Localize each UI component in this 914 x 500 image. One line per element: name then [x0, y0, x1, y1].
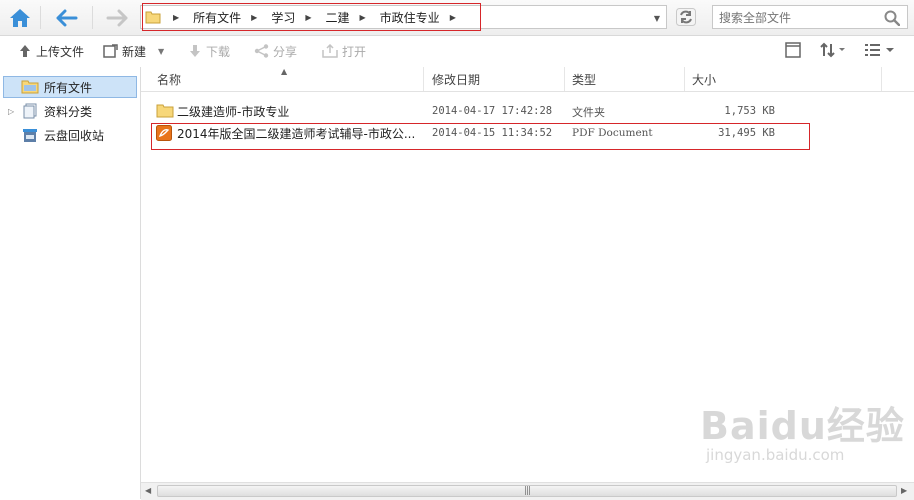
new-button[interactable]: 新建 ▼ [103, 41, 164, 61]
preview-pane-button[interactable] [785, 42, 801, 58]
refresh-button[interactable] [671, 5, 701, 29]
breadcrumb: ▶ 所有文件 ▶ 学习 ▶ 二建 ▶ 市政住专业 ▶ [145, 6, 470, 28]
file-type: PDF Document [572, 127, 653, 139]
file-row[interactable]: 2014年版全国二级建造师考试辅导-市政公... 2014-04-15 11:3… [141, 122, 914, 144]
upload-icon [20, 45, 30, 57]
column-header-row: 名称 ▲ 修改日期 类型 大小 [141, 67, 914, 92]
preview-pane-icon [785, 42, 801, 58]
folder-icon [156, 104, 174, 118]
breadcrumb-item[interactable]: 所有文件 [193, 9, 241, 26]
forward-button[interactable] [100, 4, 134, 31]
breadcrumb-item[interactable]: 市政住专业 [380, 9, 440, 26]
home-icon [10, 8, 30, 27]
search-box[interactable] [712, 5, 908, 29]
folder-icon [145, 11, 161, 24]
chevron-right-icon: ▶ [173, 12, 180, 22]
action-toolbar: 上传文件 新建 ▼ 下载 分享 打开 [0, 36, 914, 66]
pdf-icon [156, 125, 172, 141]
file-modified: 2014-04-15 11:34:52 [432, 127, 553, 139]
column-modified[interactable]: 修改日期 [432, 71, 480, 88]
scroll-right-icon[interactable]: ▶ [901, 486, 907, 495]
upload-button[interactable]: 上传文件 [18, 41, 84, 61]
watermark-brand: Baidu经验 [700, 404, 905, 448]
list-view-icon [865, 44, 894, 56]
sidebar: 所有文件 ▷ 资料分类 云盘回收站 [0, 67, 141, 499]
caret-down-icon: ▼ [158, 46, 165, 56]
horizontal-scrollbar[interactable]: ◀ ||| ▶ [141, 482, 914, 500]
file-size: 1,753 KB [724, 105, 775, 117]
recycle-bin-icon [23, 129, 37, 142]
address-bar[interactable]: ▶ 所有文件 ▶ 学习 ▶ 二建 ▶ 市政住专业 ▶ ▼ [140, 5, 667, 29]
breadcrumb-item[interactable]: 学习 [271, 9, 295, 26]
file-type: 文件夹 [572, 106, 605, 119]
column-divider[interactable] [564, 67, 565, 91]
share-icon [254, 44, 269, 58]
scrollbar-thumb[interactable]: ||| [157, 485, 897, 497]
chevron-right-icon: ▶ [251, 12, 258, 22]
search-input[interactable] [717, 8, 881, 28]
categories-icon [23, 103, 37, 119]
search-icon[interactable] [884, 10, 900, 26]
open-icon [322, 44, 338, 58]
column-divider[interactable] [684, 67, 685, 91]
chevron-right-icon: ▶ [449, 12, 456, 22]
sort-asc-icon: ▲ [281, 67, 288, 76]
top-navigation-bar: ▶ 所有文件 ▶ 学习 ▶ 二建 ▶ 市政住专业 ▶ ▼ [0, 0, 914, 36]
address-dropdown-icon[interactable]: ▼ [654, 14, 660, 23]
download-button[interactable]: 下载 [188, 41, 230, 61]
scroll-left-icon[interactable]: ◀ [145, 486, 151, 495]
column-size[interactable]: 大小 [692, 71, 716, 88]
column-divider[interactable] [881, 67, 882, 91]
arrow-left-icon [56, 9, 78, 26]
chevron-right-icon: ▶ [305, 12, 312, 22]
sidebar-item-recycle-bin[interactable]: 云盘回收站 [3, 124, 137, 146]
file-modified: 2014-04-17 17:42:28 [432, 105, 553, 117]
folder-icon [21, 80, 39, 94]
file-row[interactable]: 二级建造师-市政专业 2014-04-17 17:42:28 文件夹 1,753… [141, 100, 914, 122]
back-button[interactable] [50, 4, 84, 31]
new-item-icon [103, 44, 118, 58]
download-icon [190, 45, 200, 57]
file-size: 31,495 KB [718, 127, 775, 139]
chevron-right-icon: ▶ [359, 12, 366, 22]
arrow-right-icon [106, 9, 128, 26]
sidebar-item-all-files[interactable]: 所有文件 [3, 76, 137, 98]
sidebar-item-categories[interactable]: ▷ 资料分类 [3, 100, 137, 122]
file-name: 2014年版全国二级建造师考试辅导-市政公... [177, 127, 416, 141]
share-button[interactable]: 分享 [254, 41, 297, 61]
open-button[interactable]: 打开 [322, 41, 366, 61]
grip-icon: ||| [523, 486, 531, 496]
watermark: Baidu经验 jingyan.baidu.com [700, 395, 905, 464]
refresh-icon [676, 8, 696, 26]
column-type[interactable]: 类型 [572, 71, 596, 88]
sort-icon [820, 42, 845, 58]
view-mode-button[interactable] [864, 42, 896, 58]
expand-arrow-icon[interactable]: ▷ [8, 107, 14, 116]
breadcrumb-item[interactable]: 二建 [326, 9, 350, 26]
nav-divider [92, 6, 93, 29]
home-button[interactable] [3, 4, 37, 31]
column-name[interactable]: 名称 [157, 71, 181, 88]
sort-button[interactable] [820, 42, 848, 58]
column-divider[interactable] [423, 67, 424, 91]
nav-divider [40, 6, 41, 29]
file-name: 二级建造师-市政专业 [177, 105, 290, 119]
